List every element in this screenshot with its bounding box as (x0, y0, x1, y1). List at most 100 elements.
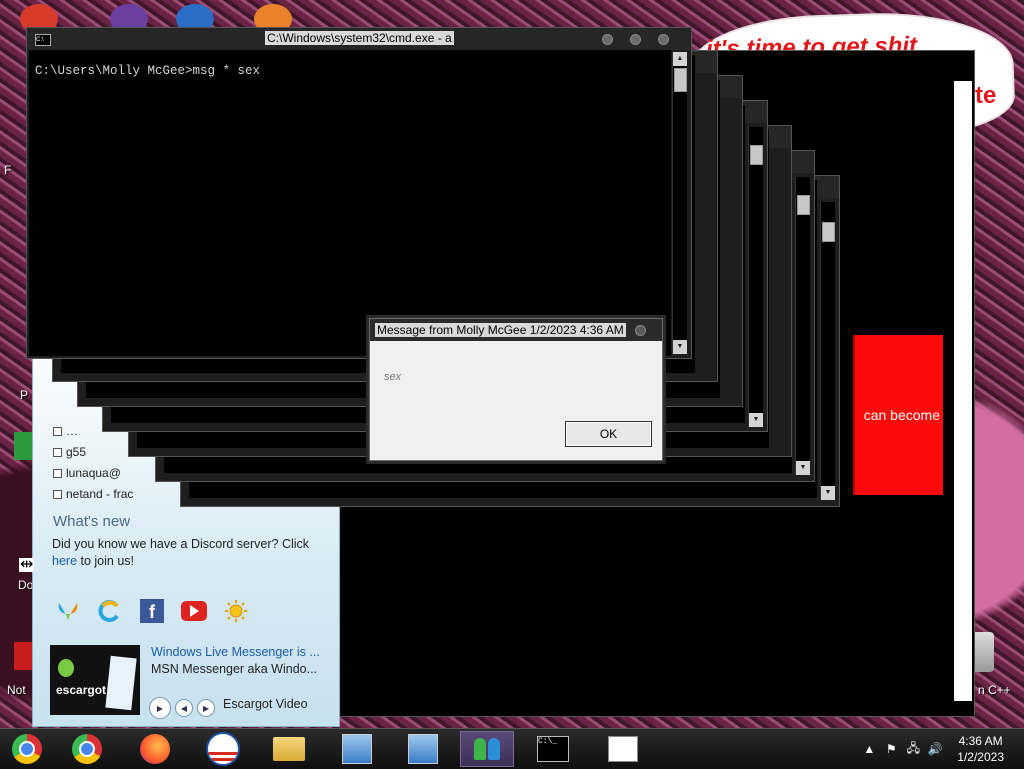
close-icon[interactable] (658, 34, 669, 45)
wallpaper-bubble-text-2: te (975, 82, 997, 109)
folder-icon (273, 737, 305, 761)
taskbar-explorer[interactable] (262, 731, 316, 767)
contact-name: g55 (66, 445, 87, 459)
taskbar-network-setup[interactable] (330, 731, 384, 767)
contact-checkbox[interactable] (53, 468, 62, 478)
play-icon[interactable]: ▶ (149, 697, 171, 719)
desktop-label-f[interactable]: F (4, 163, 11, 177)
cmd-titlebar[interactable]: C:\ C:\Windows\system32\cmd.exe - a (27, 28, 691, 50)
ok-button[interactable]: OK (565, 421, 652, 447)
cmd-scrollbar[interactable]: ▼ (748, 127, 763, 427)
desktop-shortcut-icon-2[interactable] (14, 432, 32, 460)
red-banner: can become (853, 335, 943, 495)
facebook-icon[interactable]: f (139, 598, 165, 624)
clock-date: 1/2/2023 (957, 750, 1004, 764)
scroll-down-icon[interactable]: ▼ (821, 486, 835, 500)
video-thumbnail[interactable]: escargot (50, 645, 140, 715)
discord-link[interactable]: here (52, 554, 77, 568)
close-icon[interactable] (635, 325, 646, 336)
sun-icon[interactable] (223, 598, 249, 624)
chrome-old-icon (12, 734, 42, 764)
cmd-window[interactable]: C:\ C:\Windows\system32\cmd.exe - a C:\U… (26, 27, 692, 359)
desktop-label-p[interactable]: P (20, 388, 28, 402)
system-tray: ▲ ⚑ 🖧 🔊 4:36 AM 1/2/2023 (855, 729, 1024, 769)
video-controls: ▶ ◀ ▶ (149, 697, 215, 719)
desktop-shortcut-icon[interactable] (14, 642, 34, 670)
chrome-icon (72, 734, 102, 764)
contact-checkbox[interactable] (53, 489, 62, 499)
cmd-scrollbar[interactable]: ▼ (795, 177, 810, 475)
cmd-prompt-line: C:\Users\Molly McGee>msg * sex (35, 64, 261, 78)
contact-item[interactable]: g55 (53, 445, 86, 459)
taskbar-chrome-old[interactable] (0, 731, 54, 767)
red-banner-text: can become (863, 407, 940, 423)
volume-icon[interactable]: 🔊 (927, 741, 943, 757)
previous-icon[interactable]: ◀ (175, 699, 193, 717)
scroll-down-icon[interactable]: ▼ (673, 340, 687, 354)
messenger-butterfly-icon[interactable] (55, 598, 81, 624)
app-window-icon (608, 736, 638, 762)
taskbar-obama-logo[interactable] (196, 731, 250, 767)
firefox-icon (140, 734, 170, 764)
contact-name: … (66, 424, 78, 438)
scroll-down-icon[interactable]: ▼ (796, 461, 810, 475)
scroll-down-icon[interactable]: ▼ (749, 413, 763, 427)
contact-name: lunaqua@ (66, 466, 121, 480)
taskbar-network-setup-2[interactable] (396, 731, 450, 767)
scroll-thumb[interactable] (674, 68, 687, 92)
message-dialog-body: sex (384, 371, 402, 383)
social-icons-row: f (55, 598, 249, 624)
cmd-icon: C:\_ (537, 736, 569, 762)
contact-item[interactable]: … (53, 424, 78, 438)
taskbar-app-window[interactable] (596, 731, 650, 767)
whats-new-tail: to join us! (77, 554, 135, 568)
cmd-scrollbar[interactable]: ▲ ▼ (672, 52, 687, 354)
background-window-scrollbar[interactable] (954, 81, 972, 701)
cmd-system-icon[interactable]: C:\ (35, 34, 51, 46)
cmd-scrollbar[interactable]: ▼ (820, 202, 835, 500)
desktop-label-not[interactable]: Not (7, 683, 26, 697)
taskbar-cmd[interactable]: C:\_ (526, 731, 580, 767)
network-icon[interactable]: 🖧 (905, 741, 921, 757)
taskbar-firefox[interactable] (128, 731, 182, 767)
message-dialog[interactable]: Message from Molly McGee 1/2/2023 4:36 A… (369, 318, 663, 461)
resize-cursor-icon: ⇹ (19, 556, 35, 573)
clock-time: 4:36 AM (958, 734, 1003, 748)
show-hidden-icons[interactable]: ▲ (861, 741, 877, 757)
next-icon[interactable]: ▶ (197, 699, 215, 717)
maximize-icon[interactable] (630, 34, 641, 45)
minimize-icon[interactable] (602, 34, 613, 45)
flag-icon[interactable]: ⚑ (883, 741, 899, 757)
phone-screenshot-icon (105, 655, 137, 711)
messenger-people-icon (474, 738, 500, 760)
contact-name: netand - frac (66, 487, 134, 501)
video-player-label: Escargot Video (223, 697, 308, 711)
network-setup-icon (342, 734, 372, 764)
refresh-c-icon[interactable] (97, 598, 123, 624)
video-title-link[interactable]: Windows Live Messenger is ... (151, 645, 320, 659)
clock[interactable]: 4:36 AM 1/2/2023 (957, 733, 1004, 765)
contact-checkbox[interactable] (53, 447, 62, 457)
thumb-label: escargot (56, 683, 107, 697)
cmd-window-title: C:\Windows\system32\cmd.exe - a (265, 31, 454, 45)
escargot-logo-icon (58, 659, 74, 677)
desktop-label-cpp[interactable]: n C++ (978, 683, 1011, 697)
scroll-up-icon[interactable]: ▲ (673, 52, 687, 66)
contact-item[interactable]: netand - frac (53, 487, 133, 501)
desktop: it's time to get shit te F P Do Not n C+… (0, 0, 1024, 728)
contact-item[interactable]: lunaqua@ (53, 466, 121, 480)
contact-checkbox[interactable] (53, 426, 62, 436)
video-subtitle: MSN Messenger aka Windo... (151, 662, 318, 676)
message-dialog-titlebar[interactable]: Message from Molly McGee 1/2/2023 4:36 A… (370, 319, 662, 341)
obama-logo-icon (206, 732, 240, 766)
message-dialog-title: Message from Molly McGee 1/2/2023 4:36 A… (375, 323, 626, 337)
youtube-icon[interactable] (181, 598, 207, 624)
whats-new-body: Did you know we have a Discord server? C… (52, 536, 332, 570)
cmd-console[interactable]: C:\Users\Molly McGee>msg * sex (29, 50, 671, 356)
taskbar-chrome[interactable] (60, 731, 114, 767)
taskbar: C:\_ ▲ ⚑ 🖧 🔊 4:36 AM 1/2/2023 (0, 728, 1024, 769)
whats-new-text: Did you know we have a Discord server? C… (52, 537, 310, 551)
taskbar-messenger[interactable] (460, 731, 514, 767)
network-setup-icon-2 (408, 734, 438, 764)
whats-new-heading: What's new (53, 513, 131, 530)
